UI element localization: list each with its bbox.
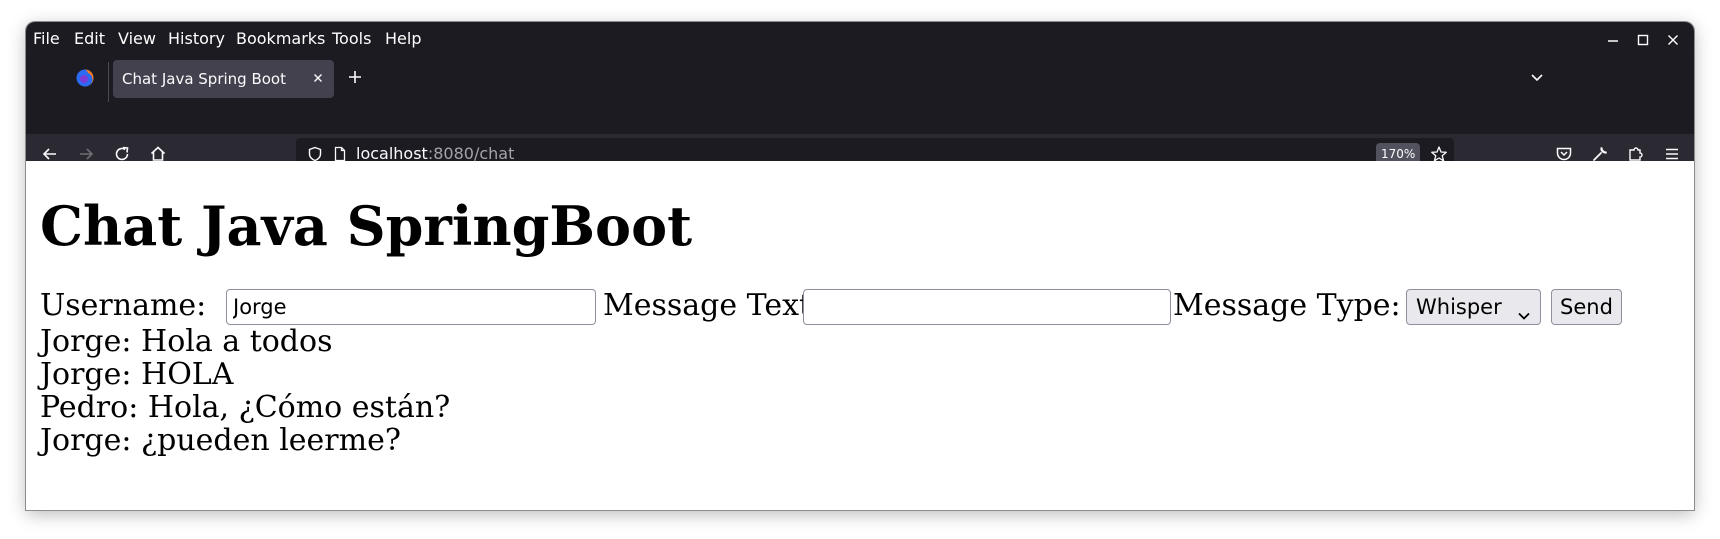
- message-list: Jorge: Hola a todos Jorge: HOLA Pedro: H…: [40, 325, 450, 457]
- tab-strip: Chat Java Spring Boot localhost:8080/cha…: [26, 56, 1694, 175]
- tab-separator: [108, 62, 109, 102]
- close-window-icon[interactable]: [1662, 30, 1684, 50]
- message-text-label: Message Text:: [603, 288, 822, 323]
- menu-edit[interactable]: Edit: [74, 29, 105, 48]
- message-item: Jorge: HOLA: [40, 357, 234, 392]
- message-item: Jorge: Hola a todos: [40, 324, 333, 359]
- list-tabs-chevron-icon[interactable]: [1528, 68, 1546, 86]
- menu-bookmarks[interactable]: Bookmarks: [236, 29, 325, 48]
- message-text-input[interactable]: [803, 289, 1171, 325]
- minimize-icon[interactable]: [1602, 30, 1624, 50]
- tab-bar: Chat Java Spring Boot: [26, 56, 1694, 102]
- username-label: Username:: [40, 288, 207, 323]
- new-tab-icon[interactable]: [346, 68, 364, 86]
- menu-help[interactable]: Help: [385, 29, 421, 48]
- tab-title: Chat Java Spring Boot: [122, 70, 286, 88]
- maximize-icon[interactable]: [1632, 30, 1654, 50]
- chevron-down-icon: [1516, 300, 1532, 320]
- tab-close-icon[interactable]: [310, 70, 326, 86]
- browser-window: File Edit View History Bookmarks Tools H…: [26, 22, 1694, 510]
- tracking-protection-shield-icon[interactable]: [307, 146, 323, 162]
- menu-file[interactable]: File: [33, 29, 60, 48]
- page-content: Chat Java SpringBoot Username: Message T…: [26, 161, 1694, 510]
- message-type-label: Message Type:: [1173, 288, 1401, 323]
- message-type-select[interactable]: Whisper: [1406, 289, 1541, 325]
- menu-view[interactable]: View: [118, 29, 156, 48]
- menu-history[interactable]: History: [168, 29, 225, 48]
- page-title: Chat Java SpringBoot: [40, 194, 693, 258]
- tab-active[interactable]: Chat Java Spring Boot: [113, 60, 334, 98]
- username-input[interactable]: [226, 289, 596, 325]
- menu-bar: File Edit View History Bookmarks Tools H…: [26, 22, 1694, 56]
- chat-form: Username: Message Text: Message Type: Wh…: [40, 287, 1680, 325]
- menu-tools[interactable]: Tools: [332, 29, 371, 48]
- send-button[interactable]: Send: [1551, 289, 1622, 325]
- message-item: Pedro: Hola, ¿Cómo están?: [40, 390, 451, 425]
- message-type-selected: Whisper: [1416, 295, 1502, 319]
- page-info-icon[interactable]: [332, 146, 348, 162]
- firefox-logo-icon[interactable]: [75, 68, 95, 88]
- message-item: Jorge: ¿pueden leerme?: [40, 423, 401, 458]
